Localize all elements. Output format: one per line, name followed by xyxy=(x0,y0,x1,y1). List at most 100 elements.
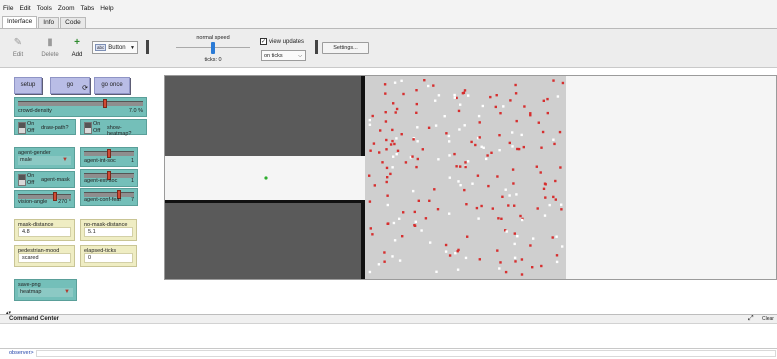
crowd-density-slider[interactable]: crowd-density 7.0 % xyxy=(14,97,147,117)
vision-angle-slider[interactable]: vision-angle 270 ° xyxy=(14,190,75,208)
menu-file[interactable]: File xyxy=(3,5,13,12)
no-mask-distance-monitor: no-mask-distance 5.1 xyxy=(80,219,137,241)
agent-red xyxy=(516,147,519,151)
agent-red xyxy=(393,142,396,146)
agent-white xyxy=(437,94,441,97)
slider-thumb[interactable] xyxy=(107,149,111,158)
agent-mask-switch[interactable]: On Off agent-mask xyxy=(14,171,75,188)
agent-white xyxy=(555,235,558,238)
agent-red xyxy=(514,92,518,95)
menu-zoom[interactable]: Zoom xyxy=(58,5,75,12)
add-button[interactable]: + Add xyxy=(67,37,87,58)
expand-icon[interactable]: ⤢ xyxy=(748,315,754,323)
agent-white xyxy=(448,154,451,157)
agent-white xyxy=(513,256,517,259)
agent-red xyxy=(490,151,493,154)
agent-white xyxy=(393,81,397,84)
agent-gender-chooser[interactable]: agent-gender male ▼ xyxy=(14,147,75,169)
agent-red xyxy=(461,92,465,95)
chevron-down-icon: ⌵ xyxy=(298,52,302,59)
agent-white xyxy=(368,270,372,274)
button-widget-icon: abc xyxy=(95,44,107,51)
agent-red xyxy=(540,264,543,268)
draw-path-switch[interactable]: On Off draw-path? xyxy=(14,119,76,135)
delete-button[interactable]: ▮ Delete xyxy=(40,37,60,58)
agent-white xyxy=(435,270,438,273)
player-agent xyxy=(264,176,268,180)
toggle-icon xyxy=(18,174,26,186)
upper-wall xyxy=(165,76,364,156)
agent-white xyxy=(429,241,432,244)
agent-red xyxy=(496,249,499,252)
command-input[interactable] xyxy=(36,350,776,357)
agent-red xyxy=(495,94,498,97)
agent-white xyxy=(466,160,470,163)
agent-white xyxy=(561,245,564,248)
agent-red xyxy=(511,168,515,171)
agent-red xyxy=(487,184,490,188)
agent-ext-soc-slider[interactable]: agent-ext-soc 1 xyxy=(80,169,138,187)
update-mode-select[interactable]: on ticks ⌵ xyxy=(261,50,306,61)
agent-red xyxy=(498,134,501,137)
agent-red xyxy=(520,273,524,276)
agent-red xyxy=(478,136,481,139)
view-updates-toggle[interactable]: ✓ view updates xyxy=(260,38,304,45)
tab-interface[interactable]: Interface xyxy=(2,16,38,28)
elapsed-ticks-monitor: elapsed-ticks 0 xyxy=(80,245,137,267)
settings-button[interactable]: Settings... xyxy=(322,42,369,54)
go-once-button[interactable]: go once xyxy=(94,77,130,94)
command-center-title: Command Center xyxy=(9,316,60,322)
checkbox-icon[interactable]: ✓ xyxy=(260,38,267,45)
slider-thumb[interactable] xyxy=(53,192,58,201)
tick-counter: ticks: 0 xyxy=(204,57,222,63)
agent-red xyxy=(531,266,534,269)
agent-red xyxy=(396,149,400,152)
agent-red xyxy=(463,89,467,92)
agent-red xyxy=(519,214,522,218)
agent-red xyxy=(386,194,389,197)
agent-red xyxy=(444,243,448,247)
agent-white xyxy=(552,138,555,141)
agent-red xyxy=(542,99,545,102)
mask-distance-monitor: mask-distance 4.8 xyxy=(14,219,75,241)
agent-white xyxy=(427,84,430,88)
show-heatmap-switch[interactable]: On Off show-heatmap? xyxy=(80,119,147,137)
agent-red xyxy=(401,235,404,238)
agent-white xyxy=(456,268,460,271)
lower-wall-edge xyxy=(361,200,365,279)
setup-button[interactable]: setup xyxy=(14,77,42,94)
agent-white xyxy=(391,255,394,258)
agent-white xyxy=(416,126,419,129)
agent-red xyxy=(404,161,408,164)
menu-edit[interactable]: Edit xyxy=(19,5,30,12)
tab-info[interactable]: Info xyxy=(38,17,60,28)
agent-red xyxy=(552,79,555,82)
world-view[interactable] xyxy=(164,75,777,280)
chevron-down-icon: ▼ xyxy=(62,157,68,163)
agent-red xyxy=(389,143,393,146)
menu-tabs[interactable]: Tabs xyxy=(81,5,95,12)
clear-button[interactable]: Clear xyxy=(762,316,774,322)
agent-int-soc-slider[interactable]: agent-int-soc 1 xyxy=(80,147,138,167)
agent-red xyxy=(386,176,389,179)
agent-conf-fear-slider[interactable]: agent-conf-fear 7 xyxy=(80,188,138,206)
agent-red xyxy=(384,120,388,123)
agent-red xyxy=(499,112,502,115)
agent-white xyxy=(454,252,457,255)
agent-red xyxy=(513,204,516,207)
agent-white xyxy=(532,237,535,240)
agent-white xyxy=(444,250,448,253)
save-png-chooser[interactable]: save-png heatmap ▼ xyxy=(14,279,77,301)
agent-red xyxy=(391,128,394,132)
go-button[interactable]: go ⟳ xyxy=(50,77,90,94)
agent-red xyxy=(433,188,436,191)
speed-slider-thumb[interactable] xyxy=(211,42,215,54)
menu-help[interactable]: Help xyxy=(100,5,113,12)
edit-button[interactable]: ✎ Edit xyxy=(8,37,28,58)
menu-tools[interactable]: Tools xyxy=(37,5,52,12)
observer-prompt[interactable]: observer> xyxy=(9,350,34,356)
agent-red xyxy=(371,114,374,118)
tab-code[interactable]: Code xyxy=(60,17,86,28)
slider-thumb[interactable] xyxy=(102,99,107,108)
widget-type-select[interactable]: abc Button ▼ xyxy=(92,41,138,54)
